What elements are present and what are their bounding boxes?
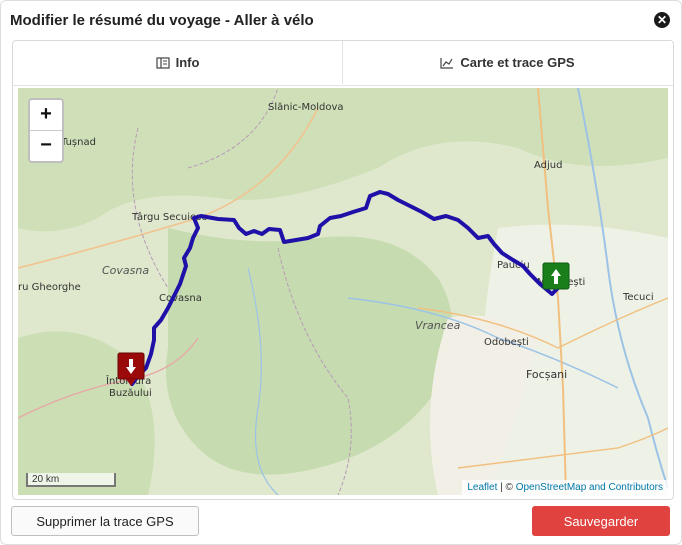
zoom-out-button[interactable]: − — [30, 130, 62, 161]
delete-gps-track-button[interactable]: Supprimer la trace GPS — [11, 506, 199, 536]
start-marker-icon[interactable] — [542, 262, 570, 290]
zoom-in-button[interactable]: + — [30, 100, 62, 130]
osm-link[interactable]: OpenStreetMap and Contributors — [516, 482, 663, 493]
dialog-panel: Info Carte et trace GPS Slănic-Moldova T… — [12, 40, 674, 500]
tab-map-gps[interactable]: Carte et trace GPS — [343, 41, 672, 84]
save-button[interactable]: Sauvegarder — [532, 506, 670, 536]
place-tusnad: Tușnad — [60, 137, 96, 148]
tab-info[interactable]: Info — [13, 41, 343, 84]
tab-info-label: Info — [175, 55, 200, 70]
place-covasna: Covasna — [159, 293, 202, 304]
tab-map-label: Carte et trace GPS — [460, 55, 575, 70]
place-odobesti: Odobești — [484, 337, 529, 348]
close-icon[interactable]: ✕ — [654, 12, 670, 28]
attribution-separator: | © — [497, 482, 516, 493]
map-scale: 20 km — [26, 473, 116, 487]
tab-bar: Info Carte et trace GPS — [13, 41, 673, 86]
region-vrancea: Vrancea — [415, 319, 461, 332]
place-buzaului: Buzăului — [109, 388, 152, 399]
chart-line-icon — [440, 57, 454, 69]
place-focsani: Focșani — [526, 368, 567, 381]
place-adjud: Adjud — [534, 160, 562, 171]
place-slanic: Slănic-Moldova — [268, 102, 344, 113]
place-gheorghe: ru Gheorghe — [18, 282, 81, 293]
info-icon — [155, 56, 170, 69]
dialog-title: Modifier le résumé du voyage - Aller à v… — [10, 12, 314, 29]
map-canvas: Slănic-Moldova Tușnad Adjud Târgu Secuie… — [18, 88, 668, 495]
trip-summary-dialog: Modifier le résumé du voyage - Aller à v… — [0, 0, 682, 545]
map-attribution: Leaflet | © OpenStreetMap and Contributo… — [462, 480, 668, 495]
zoom-control: + − — [28, 98, 64, 163]
map-view[interactable]: Slănic-Moldova Tușnad Adjud Târgu Secuie… — [18, 88, 668, 495]
region-covasna: Covasna — [102, 264, 149, 277]
place-tecuci: Tecuci — [622, 292, 654, 303]
leaflet-link[interactable]: Leaflet — [467, 482, 497, 493]
